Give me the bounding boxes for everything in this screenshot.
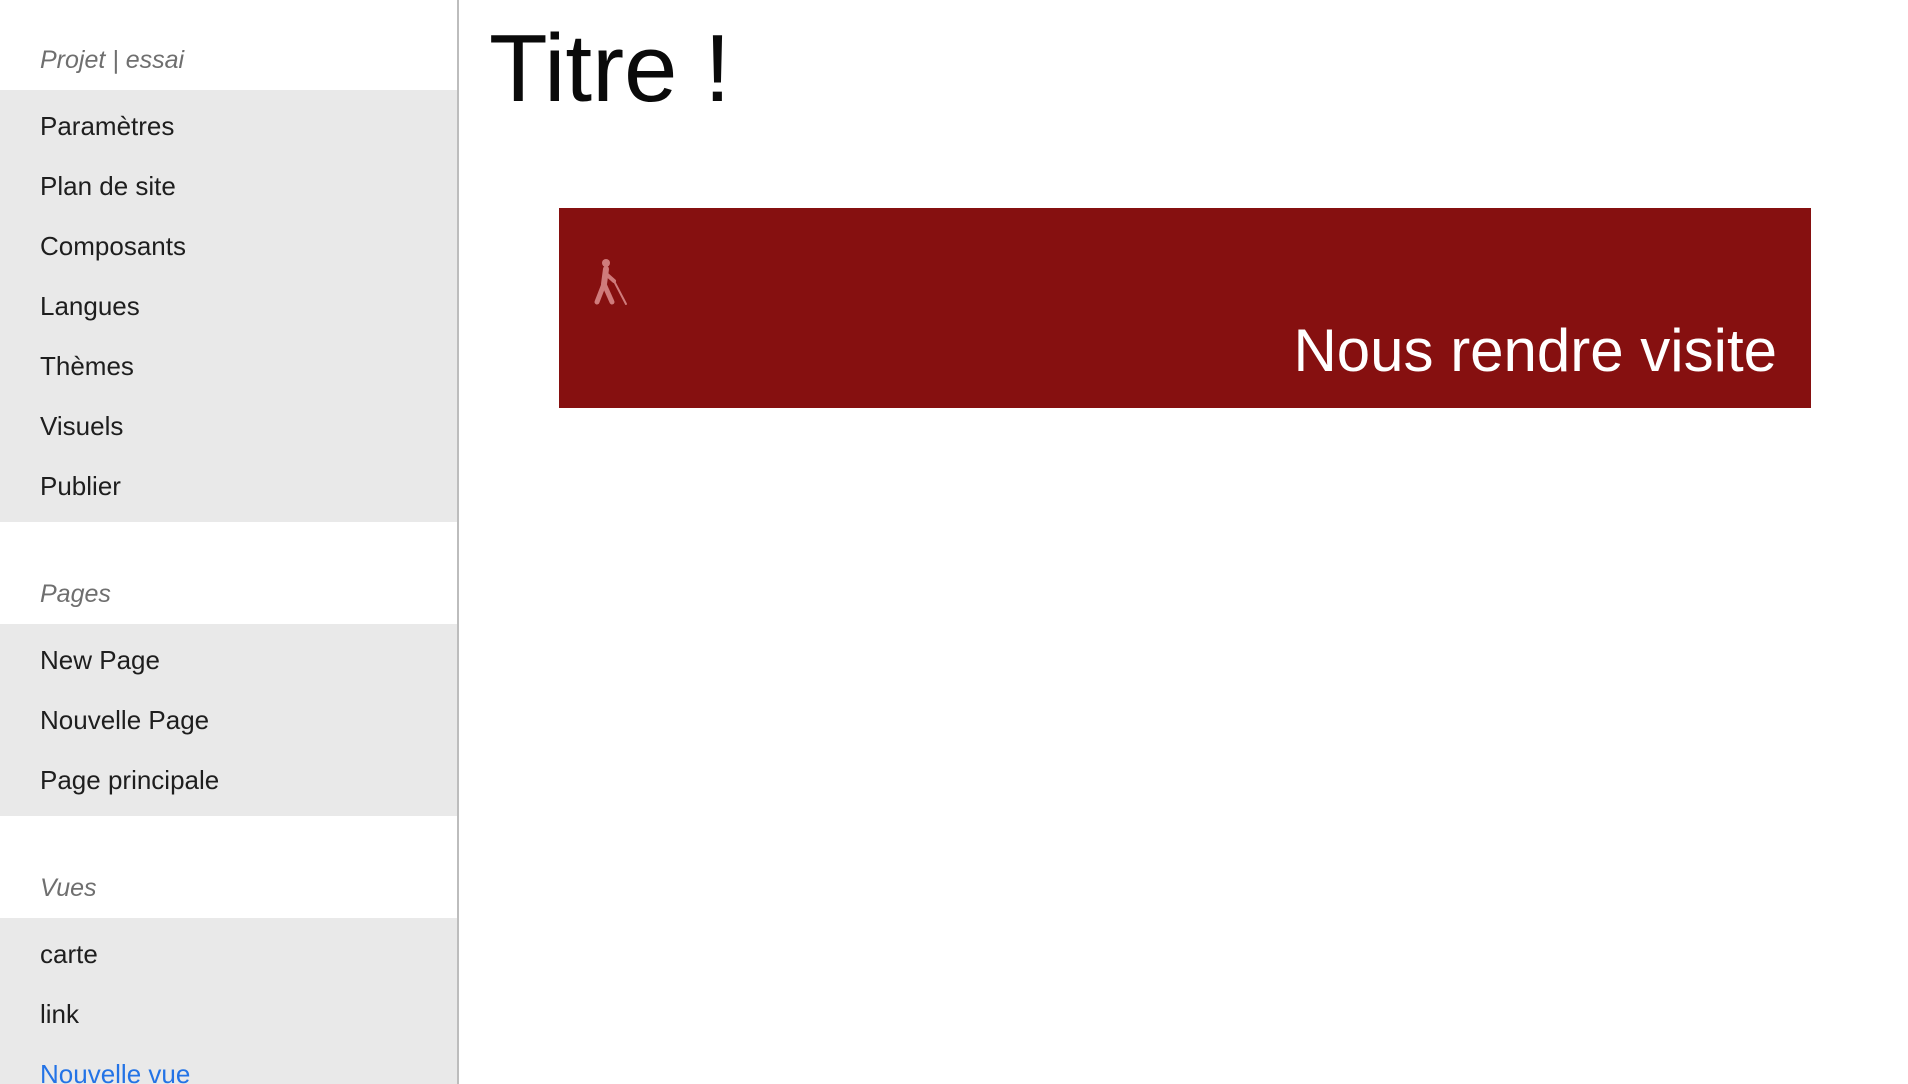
project-nav-list: Paramètres Plan de site Composants Langu…	[0, 90, 457, 522]
section-heading-pages: Pages	[40, 580, 111, 608]
sidebar-item-nouvelle-vue[interactable]: Nouvelle vue	[0, 1044, 457, 1084]
sidebar-item-themes[interactable]: Thèmes	[0, 336, 457, 396]
main-content: Titre ! Nous rendre visite	[459, 0, 1908, 1084]
sidebar-item-page-principale[interactable]: Page principale	[0, 750, 457, 810]
sidebar-item-new-page[interactable]: New Page	[0, 630, 457, 690]
visit-banner[interactable]: Nous rendre visite	[559, 208, 1811, 408]
blind-person-walking-icon	[589, 258, 633, 308]
page-title: Titre !	[489, 15, 731, 122]
app-window: Projet | essai Paramètres Plan de site C…	[0, 0, 1908, 1084]
sidebar-item-plan-de-site[interactable]: Plan de site	[0, 156, 457, 216]
sidebar-item-parametres[interactable]: Paramètres	[0, 96, 457, 156]
sidebar-item-nouvelle-page[interactable]: Nouvelle Page	[0, 690, 457, 750]
pages-nav-list: New Page Nouvelle Page Page principale	[0, 624, 457, 816]
section-heading-project: Projet | essai	[40, 46, 185, 74]
sidebar-item-visuels[interactable]: Visuels	[0, 396, 457, 456]
views-nav-list: carte link Nouvelle vue	[0, 918, 457, 1084]
sidebar-item-langues[interactable]: Langues	[0, 276, 457, 336]
banner-text: Nous rendre visite	[1293, 317, 1777, 384]
sidebar-item-carte[interactable]: carte	[0, 924, 457, 984]
sidebar: Projet | essai Paramètres Plan de site C…	[0, 0, 459, 1084]
sidebar-item-link[interactable]: link	[0, 984, 457, 1044]
section-heading-vues: Vues	[40, 874, 97, 902]
sidebar-item-composants[interactable]: Composants	[0, 216, 457, 276]
sidebar-item-publier[interactable]: Publier	[0, 456, 457, 516]
